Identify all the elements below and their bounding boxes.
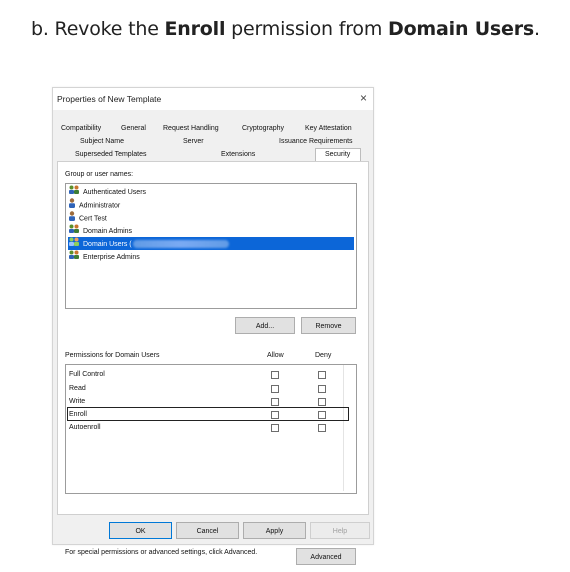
deny-checkbox[interactable]	[318, 398, 326, 406]
ok-button[interactable]: OK	[109, 522, 172, 539]
deny-header: Deny	[315, 352, 332, 359]
permission-name: Read	[69, 385, 86, 392]
tab-issuance-requirements[interactable]: Issuance Requirements	[279, 138, 353, 145]
tab-cryptography[interactable]: Cryptography	[242, 125, 284, 132]
permission-row: Autoenroll	[65, 421, 355, 434]
group-icon	[68, 237, 80, 251]
deny-checkbox[interactable]	[318, 371, 326, 379]
deny-checkbox[interactable]	[318, 411, 326, 419]
list-item-selected[interactable]: Domain Users (	[68, 237, 354, 250]
allow-checkbox[interactable]	[271, 424, 279, 432]
users-listbox[interactable]: Authenticated Users Administrator Cert T…	[65, 183, 357, 309]
allow-checkbox[interactable]	[271, 371, 279, 379]
cancel-button[interactable]: Cancel	[176, 522, 239, 539]
redacted-blur	[132, 240, 229, 248]
dialog-titlebar: Properties of New Template ×	[53, 88, 373, 110]
instruction-enroll: Enroll	[164, 18, 226, 40]
list-item[interactable]: Administrator	[68, 198, 354, 211]
tab-compatibility[interactable]: Compatibility	[61, 125, 101, 132]
tab-key-attestation[interactable]: Key Attestation	[305, 125, 352, 132]
tab-superseded-templates[interactable]: Superseded Templates	[75, 151, 146, 158]
permission-name: Full Control	[69, 371, 105, 378]
list-item[interactable]: Enterprise Admins	[68, 250, 354, 263]
tab-security-label: Security	[325, 151, 351, 158]
instruction-domain-users: Domain Users	[388, 18, 535, 40]
instruction-prefix: b. Revoke the	[31, 18, 165, 40]
user-name: Cert Test	[79, 215, 107, 223]
permission-name: Enroll	[69, 411, 87, 418]
allow-checkbox[interactable]	[271, 385, 279, 393]
group-icon	[68, 185, 80, 199]
tab-request-handling[interactable]: Request Handling	[163, 125, 219, 132]
tab-general[interactable]: General	[121, 125, 146, 132]
instruction-middle: permission from	[225, 18, 388, 40]
tab-extensions[interactable]: Extensions	[221, 151, 255, 158]
allow-header: Allow	[267, 352, 284, 359]
tab-security[interactable]: Security	[315, 148, 361, 162]
permission-name: Autoenroll	[69, 424, 101, 431]
user-name: Administrator	[79, 202, 121, 210]
apply-button[interactable]: Apply	[243, 522, 306, 539]
instruction-suffix: .	[534, 18, 540, 40]
tab-subject-name[interactable]: Subject Name	[80, 138, 124, 145]
help-button[interactable]: Help	[310, 522, 370, 539]
list-item[interactable]: Cert Test	[68, 211, 354, 224]
advanced-button[interactable]: Advanced	[296, 548, 356, 565]
group-or-user-names-label: Group or user names:	[65, 171, 134, 178]
permission-row: Full Control	[65, 368, 355, 381]
user-name: Domain Users (	[83, 240, 132, 248]
tab-server[interactable]: Server	[183, 138, 204, 145]
add-button[interactable]: Add...	[235, 317, 295, 334]
user-name: Enterprise Admins	[83, 253, 140, 261]
allow-checkbox[interactable]	[271, 398, 279, 406]
allow-checkbox[interactable]	[271, 411, 279, 419]
deny-checkbox[interactable]	[318, 424, 326, 432]
instruction-text: b. Revoke the Enroll permission from Dom…	[31, 18, 540, 40]
close-icon[interactable]: ×	[360, 91, 367, 105]
remove-button[interactable]: Remove	[301, 317, 356, 334]
list-item[interactable]: Domain Admins	[68, 224, 354, 237]
group-icon	[68, 250, 80, 264]
permission-row-enroll: Enroll	[65, 408, 355, 421]
permissions-label: Permissions for Domain Users	[65, 352, 160, 359]
user-name: Authenticated Users	[83, 188, 147, 196]
permission-row: Read	[65, 382, 355, 395]
list-item[interactable]: Authenticated Users	[68, 185, 354, 198]
security-panel: Group or user names: Authenticated Users…	[57, 161, 369, 565]
advanced-note: For special permissions or advanced sett…	[65, 549, 258, 556]
properties-dialog: Properties of New Template × Compatibili…	[52, 87, 374, 565]
group-icon	[68, 224, 80, 238]
dialog-title: Properties of New Template	[57, 94, 162, 104]
deny-checkbox[interactable]	[318, 385, 326, 393]
user-name: Domain Admins	[83, 227, 133, 235]
